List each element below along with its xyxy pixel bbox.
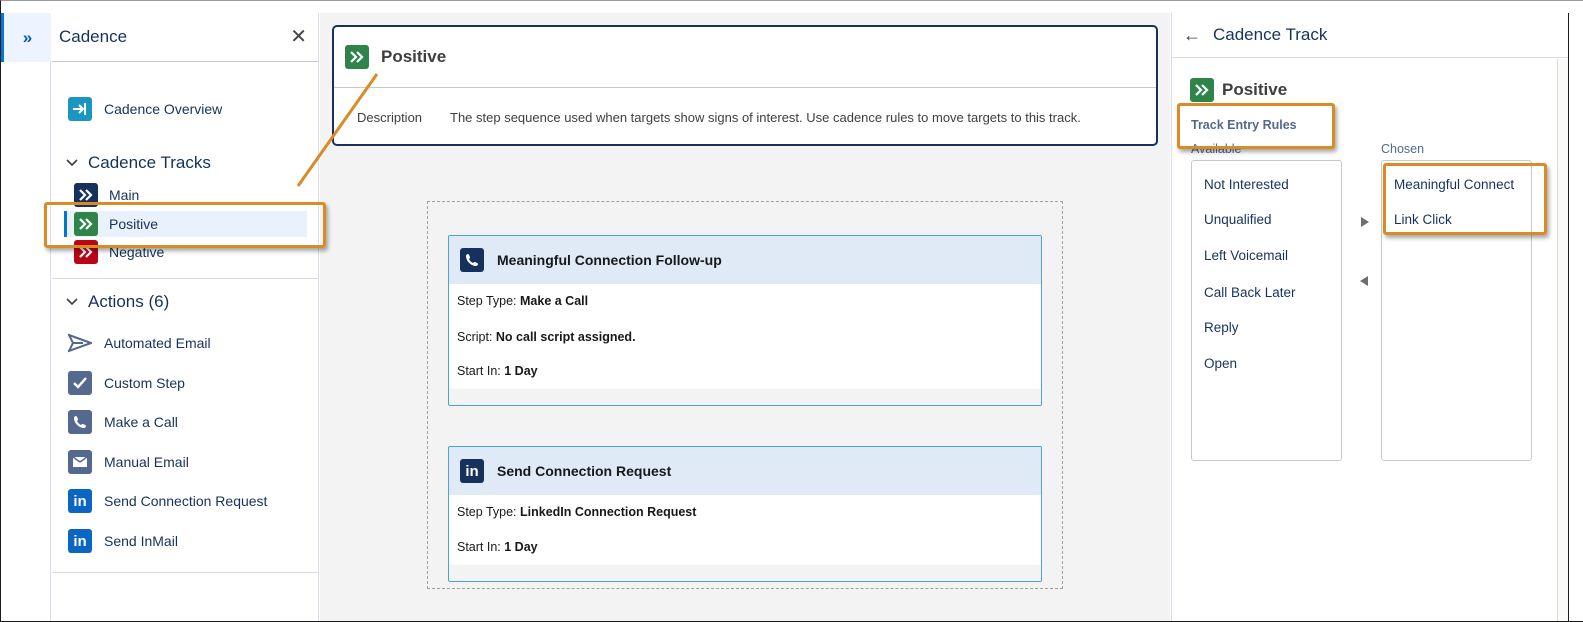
track-header-card[interactable]: Positive Description The step sequence u…	[332, 25, 1158, 146]
callout-connector-line	[296, 73, 379, 187]
double-chevron-icon	[345, 45, 369, 69]
double-chevron-right-icon: »	[22, 27, 33, 47]
track-description-row: Description The step sequence used when …	[334, 88, 1156, 146]
action-label: Manual Email	[104, 454, 189, 470]
track-label: Main	[109, 187, 140, 203]
actions-section-header[interactable]: Actions (6)	[65, 292, 169, 312]
cadence-tracks-section-header[interactable]: Cadence Tracks	[65, 153, 211, 173]
chosen-rules-callout	[1383, 163, 1547, 235]
step-card-header: Meaningful Connection Follow-up	[449, 236, 1041, 284]
action-manual-email[interactable]: Manual Email	[68, 450, 189, 474]
step-start-line: Start In: 1 Day	[457, 364, 538, 378]
section-divider	[52, 278, 318, 279]
positive-track-callout	[44, 202, 326, 248]
step-card-call[interactable]: Meaningful Connection Follow-up Step Typ…	[448, 235, 1042, 406]
step-card-connection-request[interactable]: in Send Connection Request Step Type: Li…	[448, 446, 1042, 582]
cadence-overview-link[interactable]: Cadence Overview	[68, 97, 222, 121]
available-option[interactable]: Left Voicemail	[1204, 248, 1288, 263]
send-icon	[68, 331, 92, 355]
action-send-connection-request[interactable]: in Send Connection Request	[68, 489, 267, 513]
available-option[interactable]: Unqualified	[1204, 212, 1272, 227]
double-chevron-icon	[1190, 78, 1214, 102]
step-card-footer	[449, 389, 1041, 405]
step-card-header: in Send Connection Request	[449, 447, 1041, 495]
cadence-builder-canvas: Positive Description The step sequence u…	[320, 13, 1170, 622]
email-icon	[68, 450, 92, 474]
linkedin-icon: in	[68, 489, 92, 513]
cadence-panel-header: Cadence ✕	[52, 13, 318, 62]
steps-drop-area: Meaningful Connection Follow-up Step Typ…	[427, 201, 1063, 589]
action-label: Custom Step	[104, 375, 185, 391]
action-label: Send InMail	[104, 533, 178, 549]
linkedin-icon: in	[460, 459, 484, 483]
step-title: Send Connection Request	[497, 463, 672, 479]
track-header-title: Positive	[381, 47, 447, 66]
close-icon[interactable]: ✕	[290, 27, 307, 47]
action-custom-step[interactable]: Custom Step	[68, 371, 185, 395]
chevron-down-icon	[66, 159, 78, 167]
back-arrow-icon[interactable]: ←	[1183, 25, 1201, 46]
move-to-chosen-button[interactable]	[1361, 217, 1369, 227]
action-label: Automated Email	[104, 335, 211, 351]
action-label: Make a Call	[104, 414, 178, 430]
action-make-a-call[interactable]: Make a Call	[68, 410, 178, 434]
actions-label: Actions (6)	[88, 292, 170, 311]
section-divider	[52, 572, 318, 573]
chosen-label: Chosen	[1381, 142, 1425, 156]
phone-icon	[460, 248, 484, 272]
cadence-tracks-label: Cadence Tracks	[88, 153, 211, 172]
phone-icon	[68, 410, 92, 434]
action-label: Send Connection Request	[104, 493, 268, 509]
step-type-line: Step Type: Make a Call	[457, 294, 589, 308]
linkedin-icon: in	[68, 529, 92, 553]
window-edge	[1568, 13, 1569, 622]
available-option[interactable]: Call Back Later	[1204, 285, 1296, 300]
action-automated-email[interactable]: Automated Email	[68, 331, 211, 355]
available-option[interactable]: Reply	[1204, 320, 1239, 335]
available-option[interactable]: Open	[1204, 356, 1237, 371]
track-header-top: Positive	[334, 27, 1156, 88]
action-send-inmail[interactable]: in Send InMail	[68, 529, 178, 553]
step-script-line: Script: No call script assigned.	[457, 330, 636, 344]
step-card-footer	[449, 565, 1041, 581]
step-title: Meaningful Connection Follow-up	[497, 252, 722, 268]
cadence-track-title: Cadence Track	[1213, 25, 1328, 44]
cadence-panel: Cadence ✕ Cadence Overview Cadence Track…	[52, 13, 319, 622]
check-icon	[68, 371, 92, 395]
chevron-down-icon	[66, 298, 78, 306]
expand-panel-button[interactable]: »	[1, 13, 51, 62]
available-listbox[interactable]: Not Interested Unqualified Left Voicemai…	[1191, 160, 1342, 461]
move-to-available-button[interactable]	[1360, 276, 1368, 286]
step-type-line: Step Type: LinkedIn Connection Request	[457, 505, 697, 519]
cadence-overview-label: Cadence Overview	[104, 101, 223, 117]
description-text: The step sequence used when targets show…	[450, 109, 1081, 125]
utility-rail: »	[1, 13, 51, 622]
selected-track: Positive	[1190, 78, 1287, 102]
step-start-line: Start In: 1 Day	[457, 540, 538, 554]
available-option[interactable]: Not Interested	[1204, 177, 1289, 192]
selected-track-name: Positive	[1222, 80, 1288, 99]
cadence-overview-icon	[68, 97, 92, 121]
cadence-panel-title: Cadence	[59, 27, 128, 46]
track-entry-rules-callout	[1177, 103, 1335, 149]
cadence-track-header: ← Cadence Track	[1172, 13, 1568, 58]
